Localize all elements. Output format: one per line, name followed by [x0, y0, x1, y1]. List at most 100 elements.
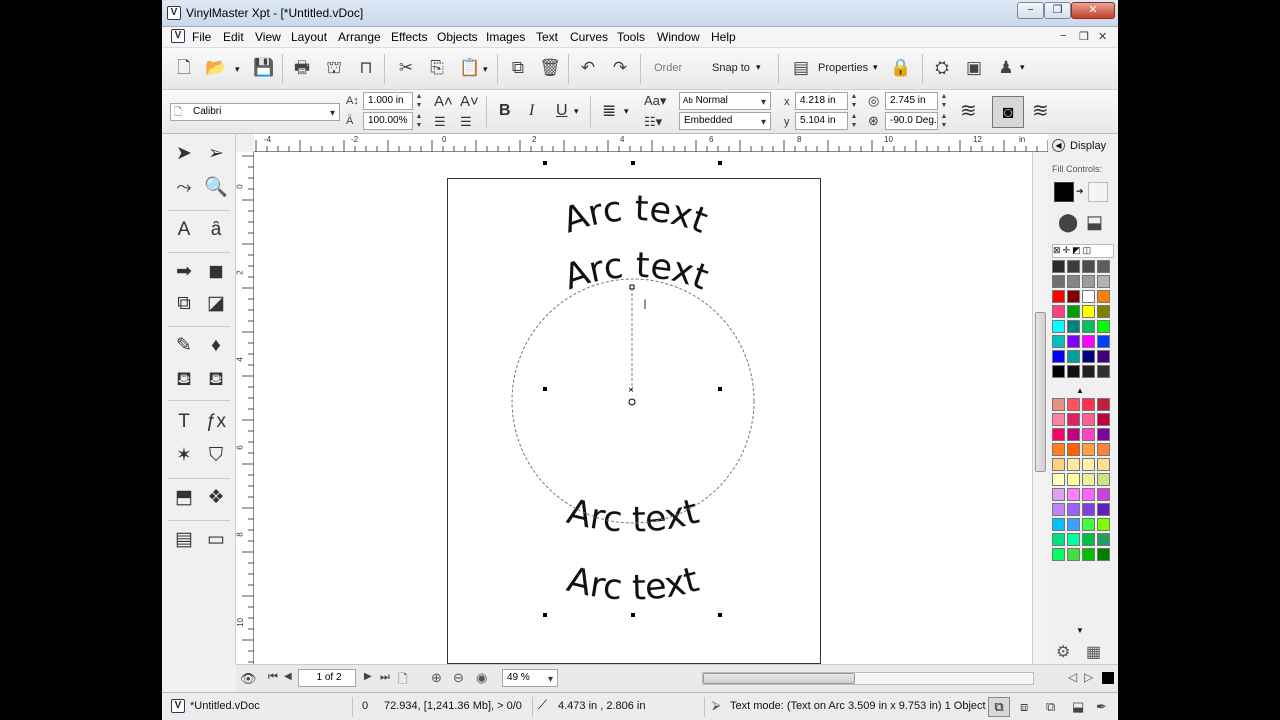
color-swatch[interactable]	[1052, 413, 1065, 426]
color-swatch[interactable]	[1082, 428, 1095, 441]
color-swatch[interactable]	[1082, 335, 1095, 348]
color-swatch[interactable]	[1097, 290, 1110, 303]
color-swatch[interactable]	[1052, 290, 1065, 303]
color-swatch[interactable]	[1082, 473, 1095, 486]
color-swatch[interactable]	[1052, 503, 1065, 516]
horizontal-scroll-thumb[interactable]	[703, 673, 855, 684]
color-swatch[interactable]	[1052, 398, 1065, 411]
arc-node-handle[interactable]	[629, 284, 635, 290]
snap-mode-icon[interactable]: ⧉	[988, 697, 1010, 717]
palette-manager-icon[interactable]: ⚙	[1056, 642, 1070, 662]
color-swatch[interactable]	[1097, 473, 1110, 486]
color-swatch[interactable]	[1082, 488, 1095, 501]
color-swatch[interactable]	[1052, 335, 1065, 348]
color-swatch[interactable]	[1052, 350, 1065, 363]
color-swatch[interactable]	[1052, 518, 1065, 531]
color-swatch[interactable]	[1097, 548, 1110, 561]
scroll-left-icon[interactable]: ◁	[1068, 670, 1077, 684]
center-marker[interactable]: ×	[628, 385, 634, 396]
color-swatch[interactable]	[1067, 320, 1080, 333]
first-page-button[interactable]: ⏮	[268, 671, 278, 684]
color-swatch[interactable]	[1082, 290, 1095, 303]
color-swatch[interactable]	[1067, 290, 1080, 303]
stroke-color-swatch[interactable]	[1088, 182, 1108, 202]
color-swatch[interactable]	[1097, 458, 1110, 471]
color-swatch[interactable]	[1067, 518, 1080, 531]
color-swatch[interactable]	[1082, 548, 1095, 561]
horizontal-scrollbar[interactable]	[702, 672, 1034, 685]
color-swatch[interactable]	[1052, 548, 1065, 561]
color-swatch[interactable]	[1052, 428, 1065, 441]
vertical-scroll-thumb[interactable]	[1035, 312, 1046, 472]
color-swatch[interactable]	[1097, 305, 1110, 318]
zoom-fit-icon[interactable]: ◉	[476, 670, 487, 686]
color-swatch[interactable]	[1082, 260, 1095, 273]
color-swatch[interactable]	[1067, 443, 1080, 456]
color-swatch[interactable]	[1097, 443, 1110, 456]
color-swatch[interactable]	[1082, 503, 1095, 516]
color-swatch[interactable]	[1082, 320, 1095, 333]
color-swatch[interactable]	[1052, 365, 1065, 378]
scroll-right-icon[interactable]: ▷	[1084, 670, 1093, 684]
color-swatch[interactable]	[1097, 320, 1110, 333]
color-swatch[interactable]	[1067, 503, 1080, 516]
rotation-center[interactable]	[628, 398, 636, 406]
zoom-select[interactable]: 49 %	[502, 669, 558, 688]
color-swatch[interactable]	[1097, 488, 1110, 501]
color-swatch[interactable]	[1097, 275, 1110, 288]
zoom-out-icon[interactable]: ⊖	[453, 670, 464, 686]
arc-text-1[interactable]: Arc text	[558, 189, 712, 242]
mask-mode-icon[interactable]: ⬓	[1072, 699, 1084, 715]
color-swatch[interactable]	[1082, 518, 1095, 531]
arc-text-4[interactable]: Arc text	[563, 560, 703, 609]
color-swatch[interactable]	[1097, 365, 1110, 378]
color-swatch[interactable]	[1067, 488, 1080, 501]
color-swatch[interactable]	[1082, 305, 1095, 318]
color-swatch[interactable]	[1067, 458, 1080, 471]
fill-color-swatch[interactable]	[1054, 182, 1074, 202]
pen-mode-icon[interactable]: ✒	[1096, 699, 1107, 715]
color-swatch[interactable]	[1052, 260, 1065, 273]
color-swatch[interactable]	[1052, 533, 1065, 546]
display-arrow-icon[interactable]: ◀	[1052, 139, 1065, 152]
swap-arrow-icon[interactable]: ➔	[1076, 186, 1084, 197]
group-mode-icon[interactable]: ⧉	[1046, 699, 1055, 715]
color-swatch[interactable]	[1082, 458, 1095, 471]
palette-scroll-down-icon[interactable]: ▼	[1076, 626, 1084, 635]
color-swatch[interactable]	[1097, 398, 1110, 411]
color-swatch[interactable]	[1082, 350, 1095, 363]
eyedropper-icon[interactable]: ⬓	[1086, 212, 1103, 233]
color-swatch[interactable]	[1067, 398, 1080, 411]
page-view-icon[interactable]: 👁	[240, 671, 257, 687]
color-swatch[interactable]	[1097, 428, 1110, 441]
color-swatch[interactable]	[1097, 260, 1110, 273]
color-swatch[interactable]	[1097, 533, 1110, 546]
color-swatch[interactable]	[1067, 413, 1080, 426]
color-swatch[interactable]	[1082, 398, 1095, 411]
color-swatch[interactable]	[1097, 518, 1110, 531]
color-swatch[interactable]	[1097, 335, 1110, 348]
last-page-button[interactable]: ⏭	[380, 671, 390, 684]
zoom-in-icon[interactable]: ⊕	[431, 670, 442, 686]
arc-text-3[interactable]: Arc text	[563, 492, 703, 541]
color-swatch[interactable]	[1052, 458, 1065, 471]
color-swatch[interactable]	[1067, 428, 1080, 441]
color-swatch[interactable]	[1067, 548, 1080, 561]
arc-guide-circle[interactable]	[511, 278, 755, 524]
color-swatch[interactable]	[1052, 473, 1065, 486]
color-swatch[interactable]	[1052, 305, 1065, 318]
color-swatch[interactable]	[1097, 413, 1110, 426]
color-swatch[interactable]	[1082, 533, 1095, 546]
add-page-icon[interactable]: 🗋	[398, 670, 408, 691]
color-swatch[interactable]	[1067, 335, 1080, 348]
fill-tool-icon[interactable]: ⬤	[1058, 212, 1078, 233]
color-swatch[interactable]	[1067, 350, 1080, 363]
arc-text-2[interactable]: Arc text	[559, 246, 713, 299]
page-field[interactable]: 1 of 2	[298, 669, 356, 687]
weld-mode-icon[interactable]: ⧈	[1020, 699, 1028, 715]
color-swatch[interactable]	[1082, 443, 1095, 456]
color-swatch[interactable]	[1052, 443, 1065, 456]
color-swatch[interactable]	[1067, 260, 1080, 273]
color-swatch[interactable]	[1067, 473, 1080, 486]
palette-scroll-up-icon[interactable]: ▲	[1076, 386, 1084, 395]
